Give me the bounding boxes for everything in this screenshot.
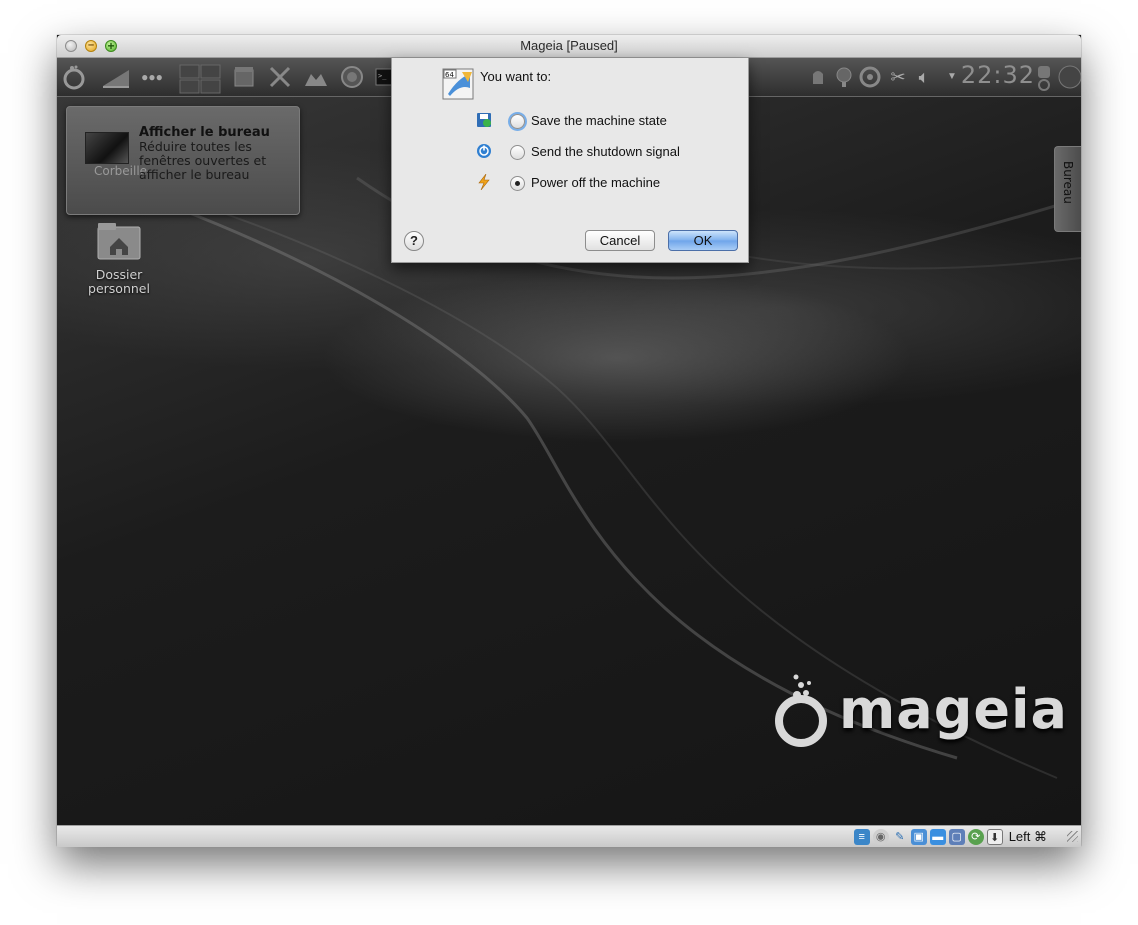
shutdown-signal-label[interactable]: Send the shutdown signal — [531, 144, 680, 159]
ok-button[interactable]: OK — [668, 230, 738, 251]
desktop-toolbox-tab[interactable]: Bureau — [1054, 146, 1081, 232]
toolbox-label: Bureau — [1061, 161, 1075, 204]
mouse-integration-icon[interactable]: ⬇ — [986, 828, 1003, 845]
panel-clock[interactable]: 22:32 — [961, 61, 1035, 89]
usb-icon[interactable]: ✎ — [892, 829, 908, 845]
updates-tray-icon[interactable] — [805, 64, 831, 90]
lightning-icon — [478, 174, 490, 190]
save-state-label[interactable]: Save the machine state — [531, 113, 667, 128]
show-desktop-tooltip: Corbeille Afficher le bureau Réduire tou… — [66, 106, 300, 215]
vm-status-bar: ≡ ◉ ✎ ▣ ▬ ▢ ⟳ ⬇ Left ⌘ — [57, 825, 1081, 847]
software-manager-icon[interactable] — [231, 64, 257, 90]
desktop-thumbnail-icon — [85, 132, 129, 164]
title-bar[interactable]: – + Mageia [Paused] — [57, 35, 1081, 58]
home-folder-label[interactable]: Dossier personnel — [77, 268, 161, 296]
volume-icon[interactable]: 🔈︎ — [911, 64, 937, 90]
show-desktop-icon[interactable] — [101, 64, 129, 90]
clipboard-scissors-icon[interactable]: ✂ — [885, 64, 911, 90]
control-center-icon[interactable] — [267, 64, 293, 90]
tooltip-body: Réduire toutes les fenêtres ouvertes et … — [139, 139, 267, 182]
cancel-button[interactable]: Cancel — [585, 230, 655, 251]
mail-client-icon[interactable] — [303, 64, 329, 90]
resize-grip[interactable] — [1067, 831, 1078, 842]
optical-drive-icon[interactable]: ◉ — [872, 828, 889, 845]
home-folder-icon[interactable] — [96, 221, 142, 261]
help-button[interactable]: ? — [404, 231, 424, 251]
pager-icon[interactable] — [179, 64, 221, 94]
save-state-icon — [477, 113, 491, 127]
lifebuoy-tray-icon[interactable] — [857, 64, 883, 90]
panel-cashew-icon[interactable] — [1057, 64, 1081, 90]
kickoff-menu-icon[interactable] — [61, 64, 87, 90]
power-off-label[interactable]: Power off the machine — [531, 175, 660, 190]
virtualization-icon[interactable]: ⟳ — [967, 828, 984, 845]
web-browser-icon[interactable] — [339, 64, 365, 90]
virtualbox-64bit-icon: 64 — [442, 68, 474, 100]
network-tray-icon[interactable] — [831, 64, 857, 90]
hard-disk-icon[interactable]: ≡ — [853, 828, 870, 845]
dialog-prompt: You want to: — [480, 69, 552, 84]
display-icon[interactable]: ▢ — [948, 828, 965, 845]
svg-text:>_: >_ — [378, 72, 387, 80]
power-button-icon — [477, 144, 491, 158]
save-state-radio[interactable] — [510, 114, 525, 129]
activities-icon[interactable]: ●●● — [139, 64, 165, 90]
shutdown-signal-radio[interactable] — [510, 145, 525, 160]
network-icon[interactable]: ▣ — [910, 828, 927, 845]
power-off-radio[interactable] — [510, 176, 525, 191]
svg-text:64: 64 — [445, 71, 454, 79]
shared-folder-icon[interactable]: ▬ — [929, 828, 946, 845]
close-vm-sheet: 64 You want to: Save the machine state S… — [391, 58, 749, 263]
mageia-wordmark: mageia — [839, 678, 1068, 741]
host-key-label[interactable]: Left ⌘ — [1009, 829, 1047, 845]
window-title: Mageia [Paused] — [520, 38, 618, 53]
lock-logout-icon[interactable] — [1035, 64, 1053, 91]
status-icons: ≡ ◉ ✎ ▣ ▬ ▢ ⟳ ⬇ Left ⌘ — [853, 828, 1067, 845]
tooltip-title: Afficher le bureau — [139, 125, 270, 140]
